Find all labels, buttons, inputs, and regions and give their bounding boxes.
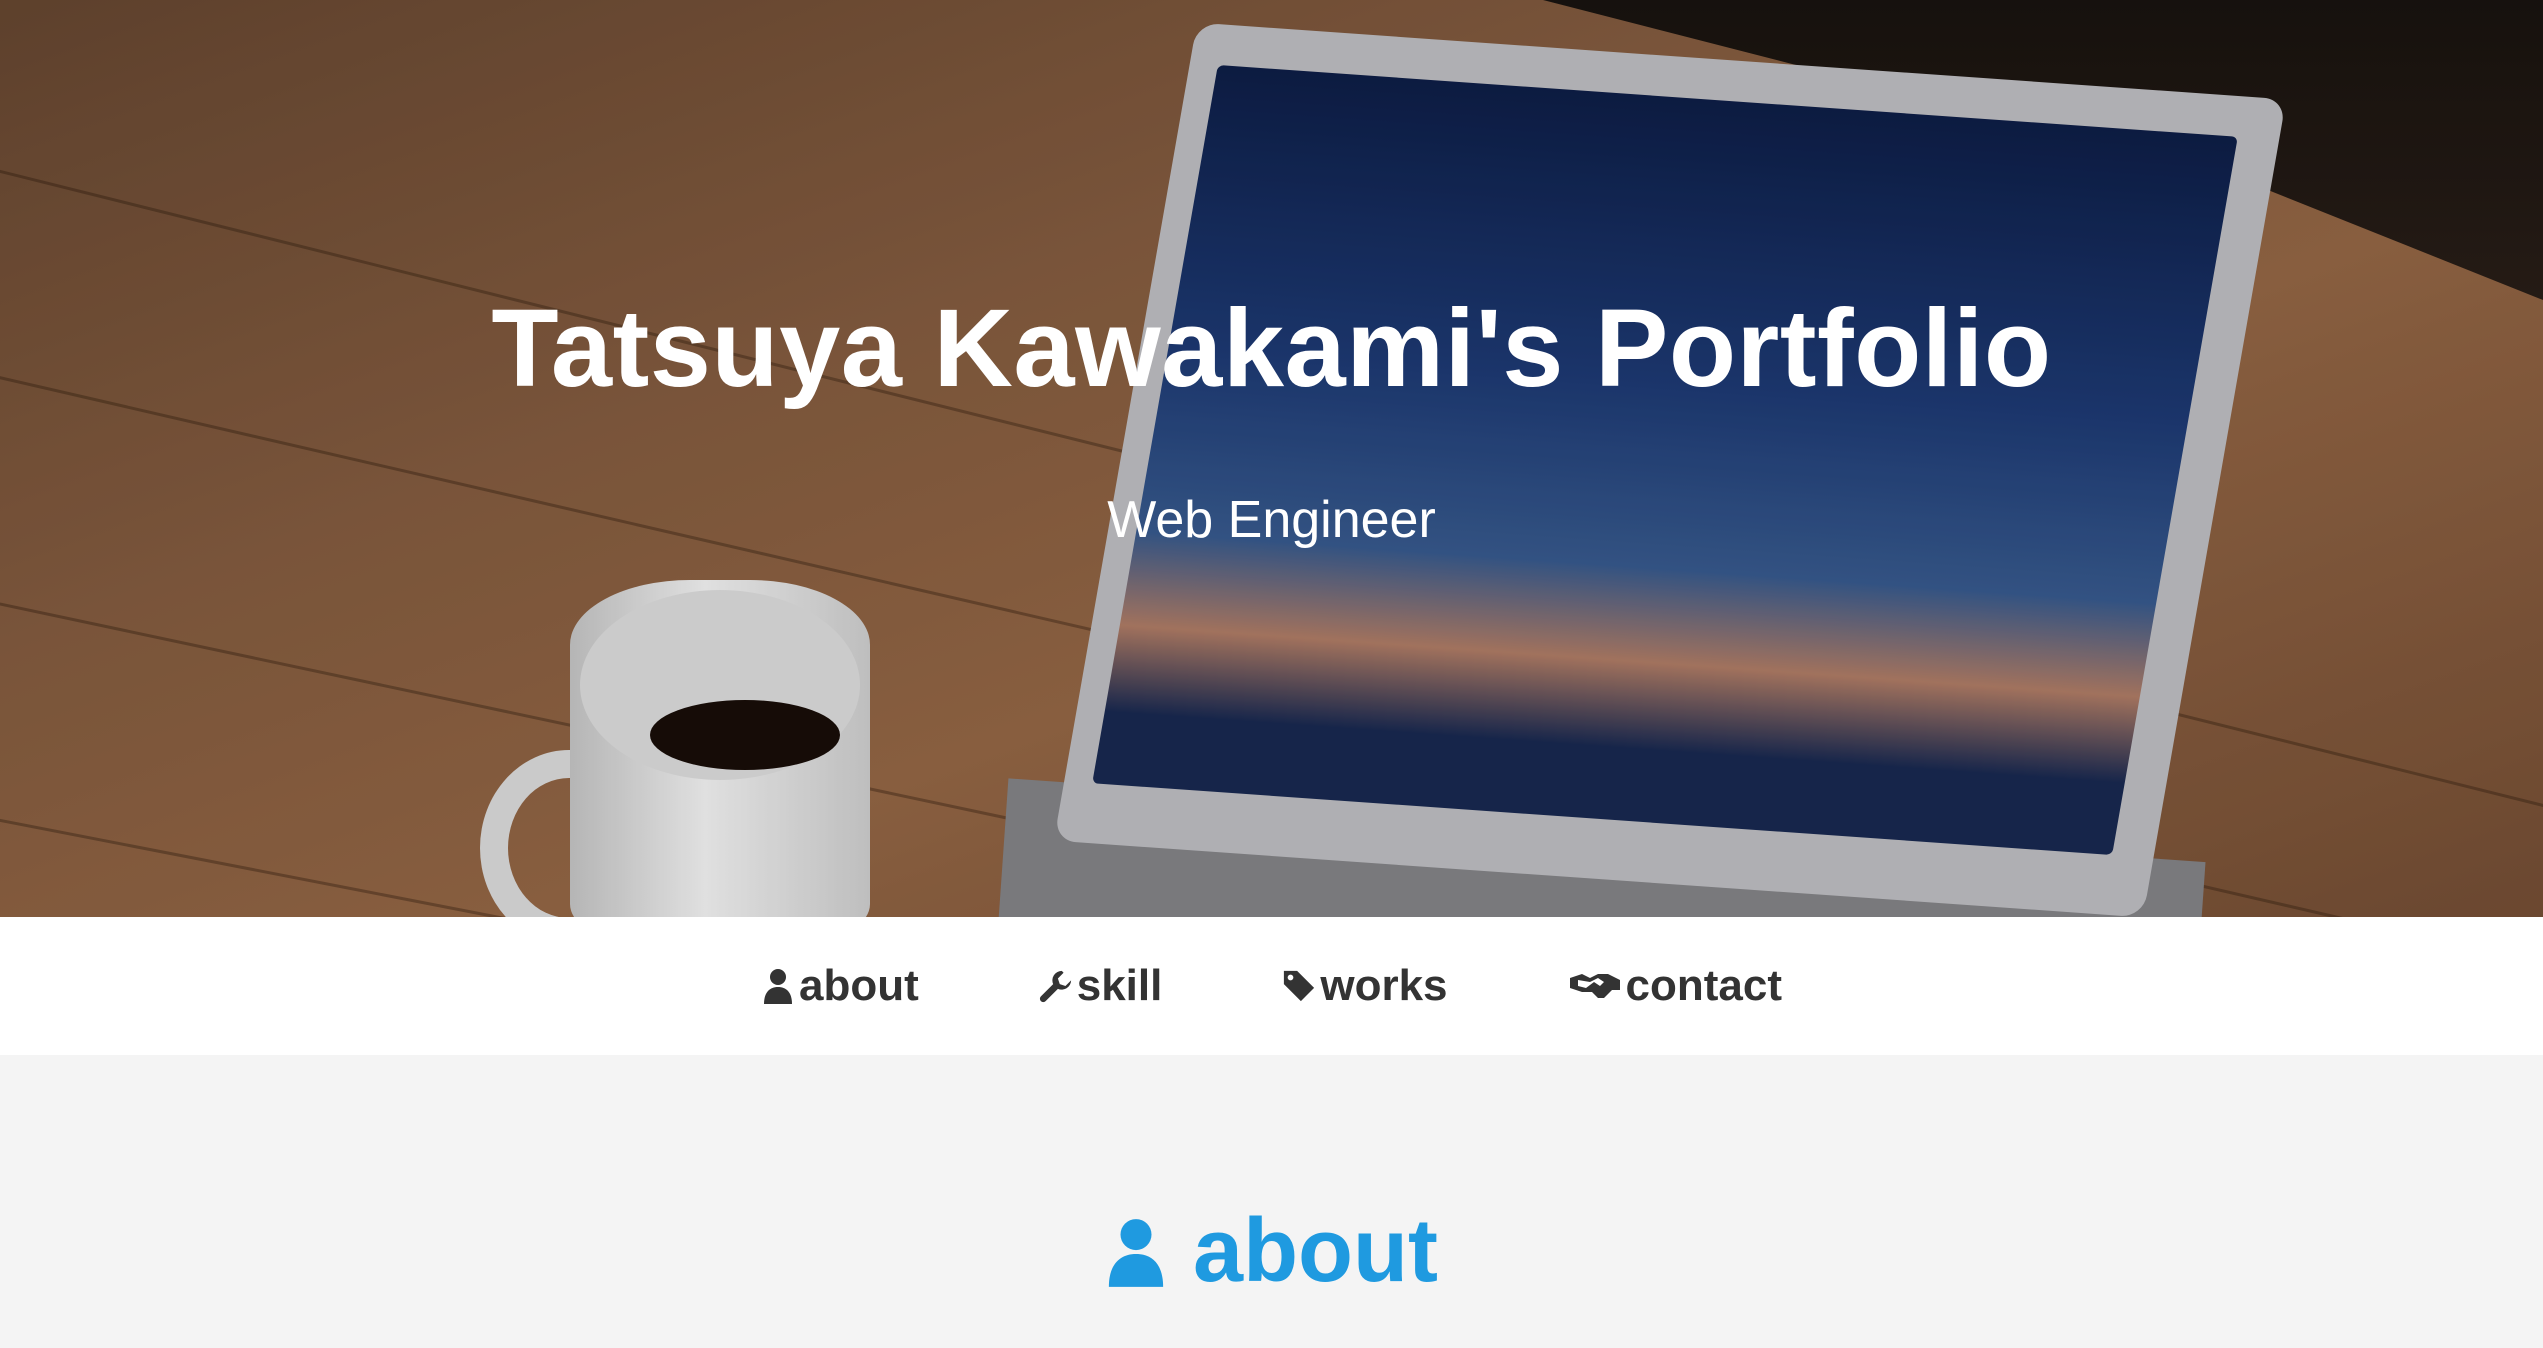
page-title: Tatsuya Kawakami's Portfolio xyxy=(491,287,2052,410)
nav-item-about[interactable]: about xyxy=(761,961,919,1011)
wrench-icon xyxy=(1039,970,1071,1003)
tag-icon xyxy=(1284,970,1315,1002)
nav-item-contact[interactable]: contact xyxy=(1568,961,1782,1011)
main-nav: about skill works contact xyxy=(0,917,2543,1055)
section-title: about xyxy=(1193,1201,1438,1301)
nav-item-works[interactable]: works xyxy=(1282,961,1448,1011)
nav-item-label: skill xyxy=(1076,961,1163,1010)
hero-overlay xyxy=(0,0,2543,917)
page-subtitle: Web Engineer xyxy=(1107,491,1436,549)
section-heading-about: about xyxy=(0,1200,2543,1303)
handshake-icon xyxy=(1569,974,1620,998)
nav-item-label: about xyxy=(798,961,919,1010)
nav-item-label: works xyxy=(1320,961,1448,1010)
nav-item-skill[interactable]: skill xyxy=(1039,961,1163,1011)
user-icon xyxy=(763,969,792,1004)
user-icon xyxy=(1108,1218,1164,1287)
nav-item-label: contact xyxy=(1625,961,1783,1010)
hero-banner: Tatsuya Kawakami's Portfolio Web Enginee… xyxy=(0,0,2543,917)
